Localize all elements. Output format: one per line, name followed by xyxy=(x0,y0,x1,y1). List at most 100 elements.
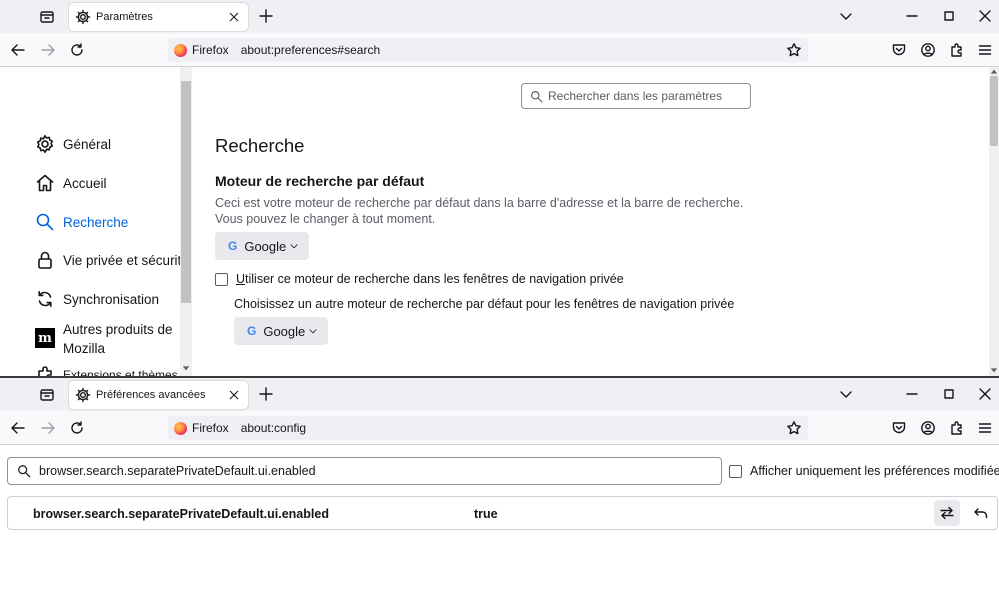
gear-icon xyxy=(75,9,91,25)
close-window-button[interactable] xyxy=(975,6,995,26)
section-title: Moteur de recherche par défaut xyxy=(215,173,425,189)
forward-button[interactable] xyxy=(38,418,58,438)
config-search-input[interactable]: browser.search.separatePrivateDefault.ui… xyxy=(7,457,722,485)
show-modified-checkbox[interactable] xyxy=(729,464,742,478)
plus-icon xyxy=(259,387,273,401)
google-logo-icon: G xyxy=(228,239,238,253)
tab-list-button[interactable] xyxy=(36,6,58,28)
minimize-button[interactable] xyxy=(902,384,922,404)
triangle-down-icon[interactable] xyxy=(990,366,998,374)
sidebar-scroll-down-arrow[interactable] xyxy=(181,363,191,373)
account-icon xyxy=(921,421,935,435)
categories-sidebar: Général Accueil Recherche Vie privée et … xyxy=(0,67,192,376)
reload-button[interactable] xyxy=(67,40,87,60)
tab-list-button[interactable] xyxy=(36,384,58,406)
sidebar-item-label: Accueil xyxy=(63,175,107,191)
mozilla-icon: m xyxy=(34,327,56,349)
pocket-button[interactable] xyxy=(889,418,909,438)
search-icon xyxy=(531,90,543,102)
identity-box[interactable]: Firefox xyxy=(168,419,235,437)
minimize-button[interactable] xyxy=(902,6,922,26)
chevron-down-icon xyxy=(840,391,852,398)
extensions-button[interactable] xyxy=(947,40,967,60)
sidebar-item-extensions[interactable]: Extensions et thèmes xyxy=(34,364,184,376)
preferences-window: Paramètres Firefox about:preferences#sea… xyxy=(0,0,999,376)
toggle-arrows-icon xyxy=(940,506,954,520)
close-tab-button[interactable] xyxy=(224,385,244,405)
sidebar-item-label: Extensions et thèmes xyxy=(63,368,178,376)
reset-pref-button[interactable] xyxy=(968,500,994,526)
table-row: browser.search.separatePrivateDefault.ui… xyxy=(7,496,998,530)
tab-preferences[interactable]: Paramètres xyxy=(69,3,248,31)
search-icon xyxy=(34,211,56,233)
triangle-down-icon xyxy=(182,366,190,371)
sidebar-item-privacy[interactable]: Vie privée et sécurité xyxy=(34,249,189,271)
close-window-button[interactable] xyxy=(975,384,995,404)
url-bar[interactable]: Firefox about:config xyxy=(168,416,808,440)
pref-name: browser.search.separatePrivateDefault.ui… xyxy=(33,507,329,521)
new-tab-button[interactable] xyxy=(256,384,276,404)
triangle-up-icon[interactable] xyxy=(990,68,998,76)
undo-icon xyxy=(974,508,988,519)
identity-label: Firefox xyxy=(192,43,229,57)
identity-box[interactable]: Firefox xyxy=(168,41,235,59)
arrow-right-icon xyxy=(41,422,55,434)
list-all-tabs-button[interactable] xyxy=(836,6,856,26)
tab-advanced-preferences[interactable]: Préférences avancées xyxy=(69,381,248,409)
main-scrollbar-thumb[interactable] xyxy=(990,76,998,146)
sync-icon xyxy=(34,288,56,310)
chevron-down-icon xyxy=(308,326,318,336)
identity-label: Firefox xyxy=(192,421,229,435)
navigation-bar: Firefox about:config xyxy=(0,411,999,445)
back-button[interactable] xyxy=(8,40,28,60)
plus-icon xyxy=(259,9,273,23)
private-engine-checkbox-row[interactable]: Utiliser ce moteur de recherche dans les… xyxy=(215,272,624,286)
bookmark-star-button[interactable] xyxy=(784,40,804,60)
sidebar-scrollbar-thumb[interactable] xyxy=(181,81,191,303)
search-preferences-input[interactable]: Rechercher dans les paramètres xyxy=(521,83,751,109)
lock-icon xyxy=(34,249,56,271)
sidebar-item-search[interactable]: Recherche xyxy=(34,211,184,233)
sidebar-item-home[interactable]: Accueil xyxy=(34,172,184,194)
puzzle-icon xyxy=(951,421,962,435)
show-modified-checkbox-row[interactable]: Afficher uniquement les préférences modi… xyxy=(729,464,999,478)
maximize-button[interactable] xyxy=(939,6,959,26)
reload-icon xyxy=(71,421,83,434)
url-text[interactable]: about:config xyxy=(235,421,784,435)
close-tab-button[interactable] xyxy=(224,7,244,27)
private-engine-dropdown[interactable]: G Google xyxy=(234,317,329,345)
url-bar[interactable]: Firefox about:preferences#search xyxy=(168,38,808,62)
close-icon xyxy=(979,388,991,400)
chevron-down-icon xyxy=(289,241,299,251)
sidebar-item-sync[interactable]: Synchronisation xyxy=(34,288,184,310)
gear-icon xyxy=(34,133,56,155)
reload-button[interactable] xyxy=(67,418,87,438)
account-button[interactable] xyxy=(918,418,938,438)
private-engine-checkbox[interactable] xyxy=(215,272,228,286)
maximize-button[interactable] xyxy=(939,384,959,404)
minimize-icon xyxy=(906,393,918,395)
maximize-icon xyxy=(944,11,954,21)
hamburger-icon xyxy=(978,45,992,55)
close-icon xyxy=(979,10,991,22)
toggle-pref-button[interactable] xyxy=(934,500,960,526)
account-icon xyxy=(921,43,935,57)
bookmark-star-button[interactable] xyxy=(784,418,804,438)
sidebar-item-general[interactable]: Général xyxy=(34,133,184,155)
sidebar-item-mozilla-products[interactable]: m Autres produits de Mozilla xyxy=(34,320,184,358)
app-menu-button[interactable] xyxy=(975,418,995,438)
account-button[interactable] xyxy=(918,40,938,60)
puzzle-icon xyxy=(34,364,56,376)
extensions-button[interactable] xyxy=(947,418,967,438)
new-tab-button[interactable] xyxy=(256,6,276,26)
list-all-tabs-button[interactable] xyxy=(836,384,856,404)
pocket-button[interactable] xyxy=(889,40,909,60)
forward-button[interactable] xyxy=(38,40,58,60)
app-menu-button[interactable] xyxy=(975,40,995,60)
tab-list-icon xyxy=(40,11,54,23)
back-button[interactable] xyxy=(8,418,28,438)
url-text[interactable]: about:preferences#search xyxy=(235,43,784,57)
default-engine-dropdown[interactable]: G Google xyxy=(215,232,310,260)
navigation-bar: Firefox about:preferences#search xyxy=(0,33,999,67)
tab-title: Préférences avancées xyxy=(96,389,206,401)
